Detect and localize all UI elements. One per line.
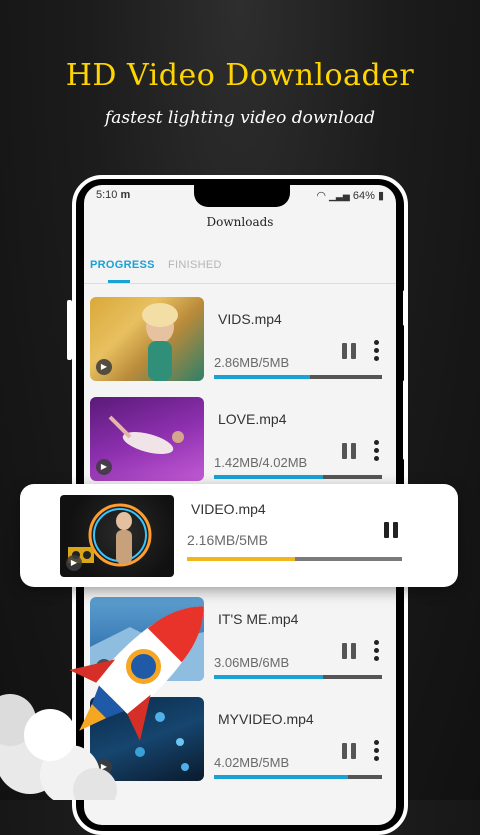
download-item[interactable]: ▶ VIDS.mp4 2.86MB/5MB [84,293,396,389]
promo-subline: fastest lighting video download [104,108,376,128]
progress-fill [214,775,349,779]
pause-icon[interactable] [342,743,358,759]
progress-fill [214,675,324,679]
progress-bar [214,375,382,379]
promo-headline: HD Video Downloader [65,58,415,93]
more-options-icon[interactable] [373,440,379,462]
file-name: VIDEO.mp4 [191,501,266,517]
battery-percent: 64% [352,190,375,202]
file-name: MYVIDEO.mp4 [218,711,314,727]
video-thumbnail[interactable]: ▶ [90,297,204,381]
progress-fill [214,375,310,379]
pause-icon[interactable] [342,643,358,659]
play-icon: ▶ [96,359,112,375]
tab-progress[interactable]: PROGRESS [90,259,155,271]
signal-icon: ▁▃▅ [329,191,350,201]
phone-power-button [403,380,408,460]
file-size: 1.42MB/4.02MB [214,455,308,470]
file-name: LOVE.mp4 [218,411,287,427]
progress-bar [214,475,382,479]
rocket-illustration [0,606,204,800]
tab-finished[interactable]: FINISHED [168,259,222,271]
progress-fill [214,475,324,479]
file-size: 2.86MB/5MB [214,355,290,370]
download-item[interactable]: ▶ LOVE.mp4 1.42MB/4.02MB [84,393,396,489]
status-time: 5:10 m [96,189,131,201]
pause-icon[interactable] [342,443,358,459]
video-thumbnail[interactable]: ▶ [90,397,204,481]
more-options-icon[interactable] [373,640,379,662]
file-name: VIDS.mp4 [218,311,282,327]
more-options-icon[interactable] [373,740,379,762]
progress-bar [214,675,382,679]
pause-icon[interactable] [384,522,400,538]
play-icon: ▶ [96,459,112,475]
phone-side-button [67,300,72,360]
tab-divider [84,283,396,284]
screen-title: Downloads [206,215,274,229]
wifi-icon: ◠ [316,190,326,202]
progress-bar [214,775,382,779]
file-size: 2.16MB/5MB [187,532,268,548]
battery-icon: ▮ [377,190,384,202]
pause-icon[interactable] [342,343,358,359]
status-icons: ◠ ▁▃▅ 64% ▮ [316,189,384,202]
phone-volume-button [403,290,408,326]
more-options-icon[interactable] [373,340,379,362]
phone-notch [194,185,290,207]
file-name: IT'S ME.mp4 [218,611,299,627]
